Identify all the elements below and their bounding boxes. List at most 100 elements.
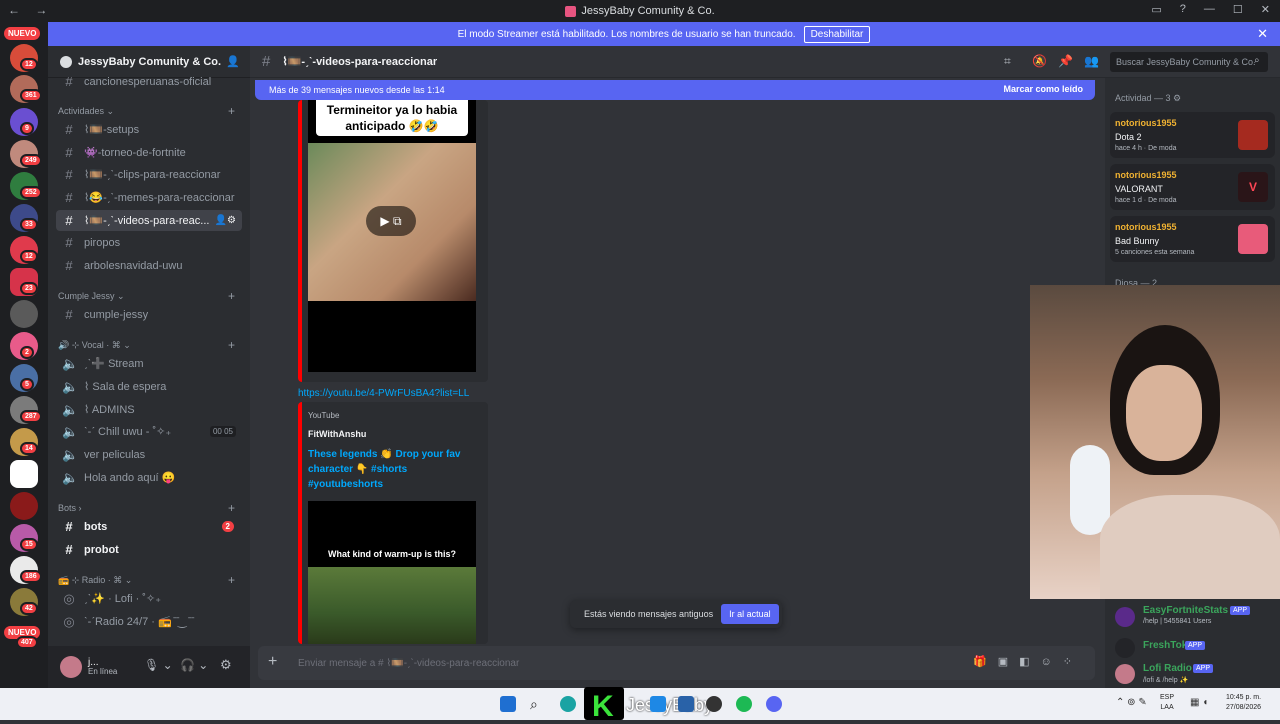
channel-label: ˏˋ➕ Stream [84, 358, 144, 370]
avatar [1115, 664, 1135, 684]
channel-item[interactable]: # arbolesnavidad-uwu [56, 255, 242, 276]
mail-icon[interactable] [650, 696, 666, 712]
youtube-link[interactable]: https://youtu.be/4-PWrFUsBA4?list=LL [298, 388, 469, 399]
message-input[interactable]: Enviar mensaje a # ⌇🎞️-ˏˋ-videos-para-re… [298, 658, 519, 669]
category-actividades[interactable]: Actividades ⌄ + [58, 104, 235, 118]
close-icon[interactable]: ✕ [1257, 26, 1268, 42]
category-vocal[interactable]: 🔊 ⊹ Vocal · ⌘ ⌄ + [58, 338, 235, 352]
embed-author[interactable]: FitWithAnshu [308, 429, 366, 439]
add-member-icon[interactable]: 👤 [226, 55, 240, 68]
channel-item[interactable]: # 👾-torneo-de-fortnite [56, 142, 242, 163]
maximize-button[interactable]: ☐ [1233, 3, 1243, 16]
new-messages-bar[interactable]: Más de 39 mensajes nuevos desde las 1:14… [255, 80, 1095, 100]
search-icon[interactable]: ⌕ [530, 696, 546, 712]
voice-channel[interactable]: 🔈 ver peliculas [56, 444, 242, 465]
server-icon[interactable] [10, 300, 38, 328]
back-forward-icons[interactable]: ← → [8, 3, 53, 17]
avatar[interactable] [60, 656, 82, 678]
microphone-icon[interactable]: 🎙 ⌄ [144, 658, 173, 672]
webcam-face [1126, 365, 1202, 461]
member-list-icon[interactable]: 👥 [1084, 54, 1099, 68]
add-channel-icon[interactable]: + [228, 104, 235, 118]
pin-icon[interactable]: 📌 [1058, 54, 1073, 68]
voice-channel[interactable]: 🔈 ⌇ ADMINS [56, 399, 242, 420]
language-layout: LAA [1160, 704, 1174, 711]
youtube-embed: YouTube FitWithAnshu These legends 👏 Dro… [298, 402, 488, 644]
add-channel-icon[interactable]: + [228, 573, 235, 587]
category-radio[interactable]: 📻 ⊹ Radio · ⌘ ⌄ + [58, 573, 235, 587]
add-channel-icon[interactable]: + [228, 289, 235, 303]
composer-tools-icons[interactable]: 🎁▣◧☺⁘ [973, 655, 1083, 668]
activity-card[interactable]: notorious1955 Dota 2 hace 4 h · De moda [1110, 112, 1275, 158]
activity-game: Dota 2 [1115, 132, 1142, 142]
inbox-icon[interactable]: ▭ [1151, 3, 1161, 16]
category-bots[interactable]: Bots › + [58, 501, 235, 515]
channel-item[interactable]: # ⌇🎞️-ˏˋ-clips-para-reaccionar [56, 164, 242, 185]
spotify-icon[interactable] [736, 696, 752, 712]
channel-item-probot[interactable]: # probot [56, 539, 242, 560]
close-button[interactable]: ✕ [1261, 3, 1270, 16]
channel-item-bots[interactable]: # bots 2 [56, 516, 242, 537]
activity-card[interactable]: notorious1955 Bad Bunny 5 canciones esta… [1110, 216, 1275, 262]
embed-provider: YouTube [308, 411, 340, 420]
voice-channel[interactable]: 🔈 Hola ando aquí 😛 [56, 467, 242, 488]
channel-label: piropos [84, 236, 121, 249]
embed-title[interactable]: These legends 👏 Drop your fav character … [308, 447, 468, 492]
category-cumple[interactable]: Cumple Jessy ⌄ + [58, 289, 235, 303]
help-icon[interactable]: ? [1180, 3, 1186, 16]
voice-channel[interactable]: 🔈 ˏˋ➕ Stream [56, 353, 242, 374]
obs-icon[interactable] [706, 696, 722, 712]
channel-label: ⌇🎞️-setups [84, 124, 140, 136]
channel-item[interactable]: # piropos [56, 232, 242, 253]
minimize-button[interactable]: — [1204, 3, 1215, 16]
channel-label: bots [84, 520, 108, 533]
stage-channel[interactable]: ◎ ˏˋ✨ · Lofi · ˚✧₊ [56, 588, 242, 609]
server-badge: 23 [20, 282, 38, 295]
voice-channel[interactable]: 🔈 ⌇ Sala de espera [56, 376, 242, 397]
channel-item-selected[interactable]: # ⌇🎞️-ˏˋ-videos-para-reac... 👤⚙ [56, 210, 242, 231]
server-icon[interactable] [10, 460, 38, 488]
member-item[interactable]: FreshTok APP [1115, 638, 1275, 662]
network-volume-icons[interactable]: ▦ ◖ [1190, 697, 1208, 708]
member-item[interactable]: EasyFortniteStats APP /help | 5455841 Us… [1115, 605, 1275, 629]
activity-card[interactable]: notorious1955 VALORANT hace 1 d · De mod… [1110, 164, 1275, 210]
channel-item[interactable]: # cumple-jessy [56, 304, 242, 325]
stage-channel[interactable]: ◎ ˋ-ˊRadio 24/7 · 📻 ̄ ̄‿ ̄ ̄ [56, 611, 242, 632]
voice-channel[interactable]: 🔈 ˋ-ˊ Chill uwu - ˚✧₊ 00 05 [56, 421, 242, 442]
language-indicator[interactable]: ESP LAA [1160, 693, 1174, 713]
settings-icon[interactable]: 👤⚙ [215, 215, 236, 226]
gear-icon[interactable]: ⚙ [220, 657, 232, 673]
store-icon[interactable] [678, 696, 694, 712]
edge-icon[interactable] [560, 696, 576, 712]
channel-item[interactable]: # ⌇😂-ˏˋ-memes-para-reaccionar [56, 187, 242, 208]
mark-as-read-button[interactable]: Marcar como leído [1003, 84, 1083, 94]
channel-item[interactable]: # cancionesperuanas-oficial [56, 71, 242, 92]
activity-game: Bad Bunny [1115, 236, 1160, 246]
clock[interactable]: 10:45 p. m. 27/08/2026 [1226, 693, 1261, 713]
disable-streamer-button[interactable]: Deshabilitar [803, 25, 871, 43]
tray-icons[interactable]: ⌃ ⊚ ✎ [1116, 697, 1147, 708]
add-channel-icon[interactable]: + [228, 501, 235, 515]
video-thumbnail[interactable]: What kind of warm-up is this? [308, 501, 476, 644]
discord-icon[interactable] [766, 696, 782, 712]
thumbnail-caption: What kind of warm-up is this? [308, 549, 476, 559]
webcam-body [1100, 495, 1280, 599]
start-icon[interactable] [500, 696, 516, 712]
headphones-icon[interactable]: 🎧 ⌄ [180, 658, 208, 672]
dota-icon [1238, 120, 1268, 150]
server-icon[interactable] [10, 492, 38, 520]
message-composer[interactable]: + Enviar mensaje a # ⌇🎞️-ˏˋ-videos-para-… [258, 646, 1095, 680]
video-player[interactable]: Termineitor ya lo habia anticipado 🤣🤣 ▶ … [308, 100, 476, 372]
search-input[interactable]: Buscar JessyBaby Comunity & Co. [1110, 52, 1268, 72]
channel-item[interactable]: # ⌇🎞️-setups [56, 119, 242, 140]
jump-to-present-button[interactable]: Ir al actual [721, 604, 779, 624]
play-icon[interactable]: ▶ ⧉ [366, 206, 416, 236]
threads-icon[interactable]: ⌗ [1004, 54, 1011, 69]
member-item[interactable]: Lofi Radio APP /lofi & /help ✨ [1115, 662, 1275, 686]
channel-label: ˏˋ✨ · Lofi · ˚✧₊ [84, 593, 161, 605]
add-channel-icon[interactable]: + [228, 338, 235, 352]
channel-label: ⌇🎞️-ˏˋ-clips-para-reaccionar [84, 169, 221, 181]
speaker-icon: 🔈 [62, 401, 79, 417]
notification-bell-icon[interactable]: 🔕 [1032, 54, 1047, 68]
add-attachment-icon[interactable]: + [268, 653, 277, 671]
